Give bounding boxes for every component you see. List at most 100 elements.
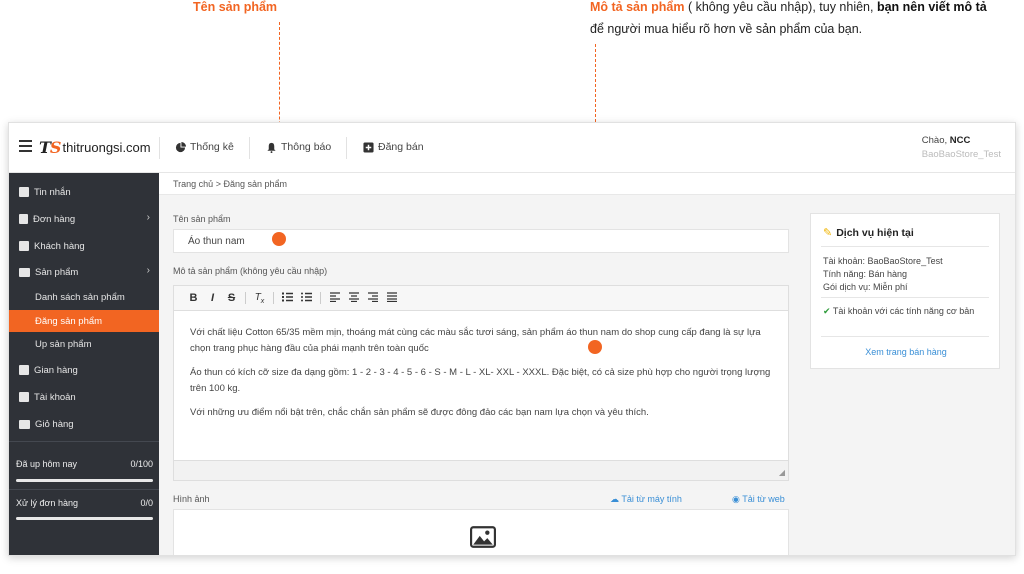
nav-statistics-label: Thống kê [190,141,234,153]
greeting-prefix: Chào, [921,135,950,146]
check-icon: ✔ [823,306,831,316]
service-feature: Tính năng: Bán hàng [823,269,908,279]
sidebar-item-products[interactable]: Sản phẩm › [9,261,159,283]
sidebar-item-label: Gian hàng [34,364,78,376]
user-greeting[interactable]: Chào, NCC BaoBaoStore_Test [922,134,1001,162]
sidebar-item-cart[interactable]: Giỏ hàng [9,413,159,435]
image-placeholder-icon [470,526,496,548]
nav-divider [159,137,160,159]
align-justify-icon[interactable] [382,291,401,305]
sidebar-subitem-product-list[interactable]: Danh sách sản phẩm [9,286,159,308]
greeting-line: Chào, NCC [922,134,1001,148]
sidebar-divider [9,489,159,490]
nav-post-product-label: Đăng bán [378,141,424,153]
sidebar-item-customers[interactable]: Khách hàng [9,235,159,257]
service-account: Tài khoản: BaoBaoStore_Test [823,256,943,266]
user-icon [19,392,29,402]
sidebar: Tin nhắn Đơn hàng › Khách hàng Sản phẩm › … [9,173,159,555]
ordered-list-icon[interactable] [278,292,297,305]
box-icon [19,267,30,277]
chevron-right-icon: › [146,265,150,276]
stat-label: Đã up hôm nay [16,459,78,469]
image-dropzone[interactable] [173,509,789,555]
sidebar-subitem-post-product[interactable]: Đăng sản phẩm [9,310,159,332]
align-left-icon[interactable] [325,291,344,305]
toolbar-divider [320,292,321,304]
upload-from-web-link[interactable]: ◉ Tải từ web [732,494,785,505]
product-name-input[interactable]: Áo thun nam [173,229,789,253]
sidebar-divider [9,441,159,442]
chat-icon [19,187,29,197]
greeting-name: NCC [949,135,971,146]
description-editor[interactable]: Với chất liệu Cotton 65/35 mềm mịn, thoá… [173,311,789,461]
bold-button[interactable]: B [184,292,203,304]
panel-divider [821,297,989,298]
sidebar-item-label: Sản phẩm [35,266,79,278]
top-bar: TS thitruongsi.com Thống kê Thông báo Đă… [9,123,1015,173]
toolbar-divider [245,292,246,304]
resize-handle-icon[interactable]: ◢ [779,468,785,477]
nav-divider [249,137,250,159]
page: Tên sản phẩm Mô tả sản phẩm ( không yêu … [0,0,1024,574]
store-name: BaoBaoStore_Test [921,149,1001,160]
sidebar-item-shop[interactable]: Gian hàng [9,359,159,381]
editor-status-bar: ◢ [173,461,789,481]
cloud-upload-icon: ☁ [610,494,619,504]
align-center-icon[interactable] [344,291,363,305]
chevron-right-icon: › [146,212,150,223]
sidebar-item-messages[interactable]: Tin nhắn [9,181,159,203]
sidebar-item-label: Giỏ hàng [35,418,74,430]
bullet-list-icon[interactable] [297,292,316,305]
sidebar-item-account[interactable]: Tài khoản [9,386,159,408]
nav-divider [346,137,347,159]
sidebar-subitem-label: Danh sách sản phẩm [35,291,125,303]
pie-chart-icon [175,141,186,152]
store-icon [19,365,29,375]
strikethrough-button[interactable]: S [222,292,241,304]
callout-desc-text-1: ( không yêu cầu nhập), tuy nhiên, [684,0,877,14]
globe-icon: ◉ [732,494,740,504]
clear-format-button[interactable]: Tx [250,292,269,305]
stat-orders-progress-bar [16,517,153,520]
description-paragraph: Với chất liệu Cotton 65/35 mềm mịn, thoá… [190,327,761,354]
stat-uploaded-progress-bar [16,479,153,482]
current-service-panel: ✎ Dịch vụ hiện tại Tài khoản: BaoBaoStor… [810,213,1000,369]
sidebar-subitem-label: Đăng sản phẩm [35,315,103,327]
view-store-link[interactable]: Xem trang bán hàng [811,347,1001,357]
image-label: Hình ảnh [173,494,210,504]
plus-square-icon [363,141,374,153]
cart-icon [19,419,30,429]
nav-post-product[interactable]: Đăng bán [363,141,424,153]
service-package: Gói dịch vụ: Miễn phí [823,282,908,292]
sidebar-subitem-label: Up sản phẩm [35,338,92,350]
logo-text: thitruongsi.com [62,140,151,155]
stat-label: Xử lý đơn hàng [16,498,78,508]
sidebar-item-label: Tin nhắn [34,186,71,198]
logo[interactable]: TS thitruongsi.com [39,138,151,157]
panel-divider [821,246,989,247]
service-check-text: Tài khoản với các tính năng cơ bản [832,306,975,316]
description-paragraph: Áo thun có kích cỡ size đa dạng gồm: 1 -… [190,367,771,394]
sidebar-subitem-up-product[interactable]: Up sản phẩm [9,333,159,355]
breadcrumb: Trang chủ > Đăng sản phẩm [159,173,1015,195]
toolbar-divider [273,292,274,304]
bell-icon [267,142,276,153]
nav-notifications-label: Thông báo [281,141,332,153]
sidebar-item-label: Đơn hàng [33,213,76,225]
product-description-label: Mô tả sản phẩm (không yêu cầu nhập) [173,266,328,276]
nav-notifications[interactable]: Thông báo [266,141,331,153]
callout-desc: Mô tả sản phẩm ( không yêu cầu nhập), tu… [590,0,1022,40]
description-paragraph: Với những ưu điểm nổi bật trên, chắc chắ… [190,407,649,418]
contact-icon [19,241,29,251]
sidebar-item-orders[interactable]: Đơn hàng › [9,208,159,230]
callout-desc-bold: bạn nên viết mô tả [876,0,987,14]
pencil-icon: ✎ [823,227,833,239]
stat-value: 0/0 [140,498,153,508]
italic-button[interactable]: I [203,292,222,304]
upload-from-computer-link[interactable]: ☁ Tải từ máy tính [610,494,682,505]
align-right-icon[interactable] [363,291,382,305]
hamburger-menu-icon[interactable] [19,140,32,152]
logo-mark: TS [39,138,61,157]
nav-statistics[interactable]: Thống kê [175,141,234,153]
callout-desc-dot [588,340,602,354]
